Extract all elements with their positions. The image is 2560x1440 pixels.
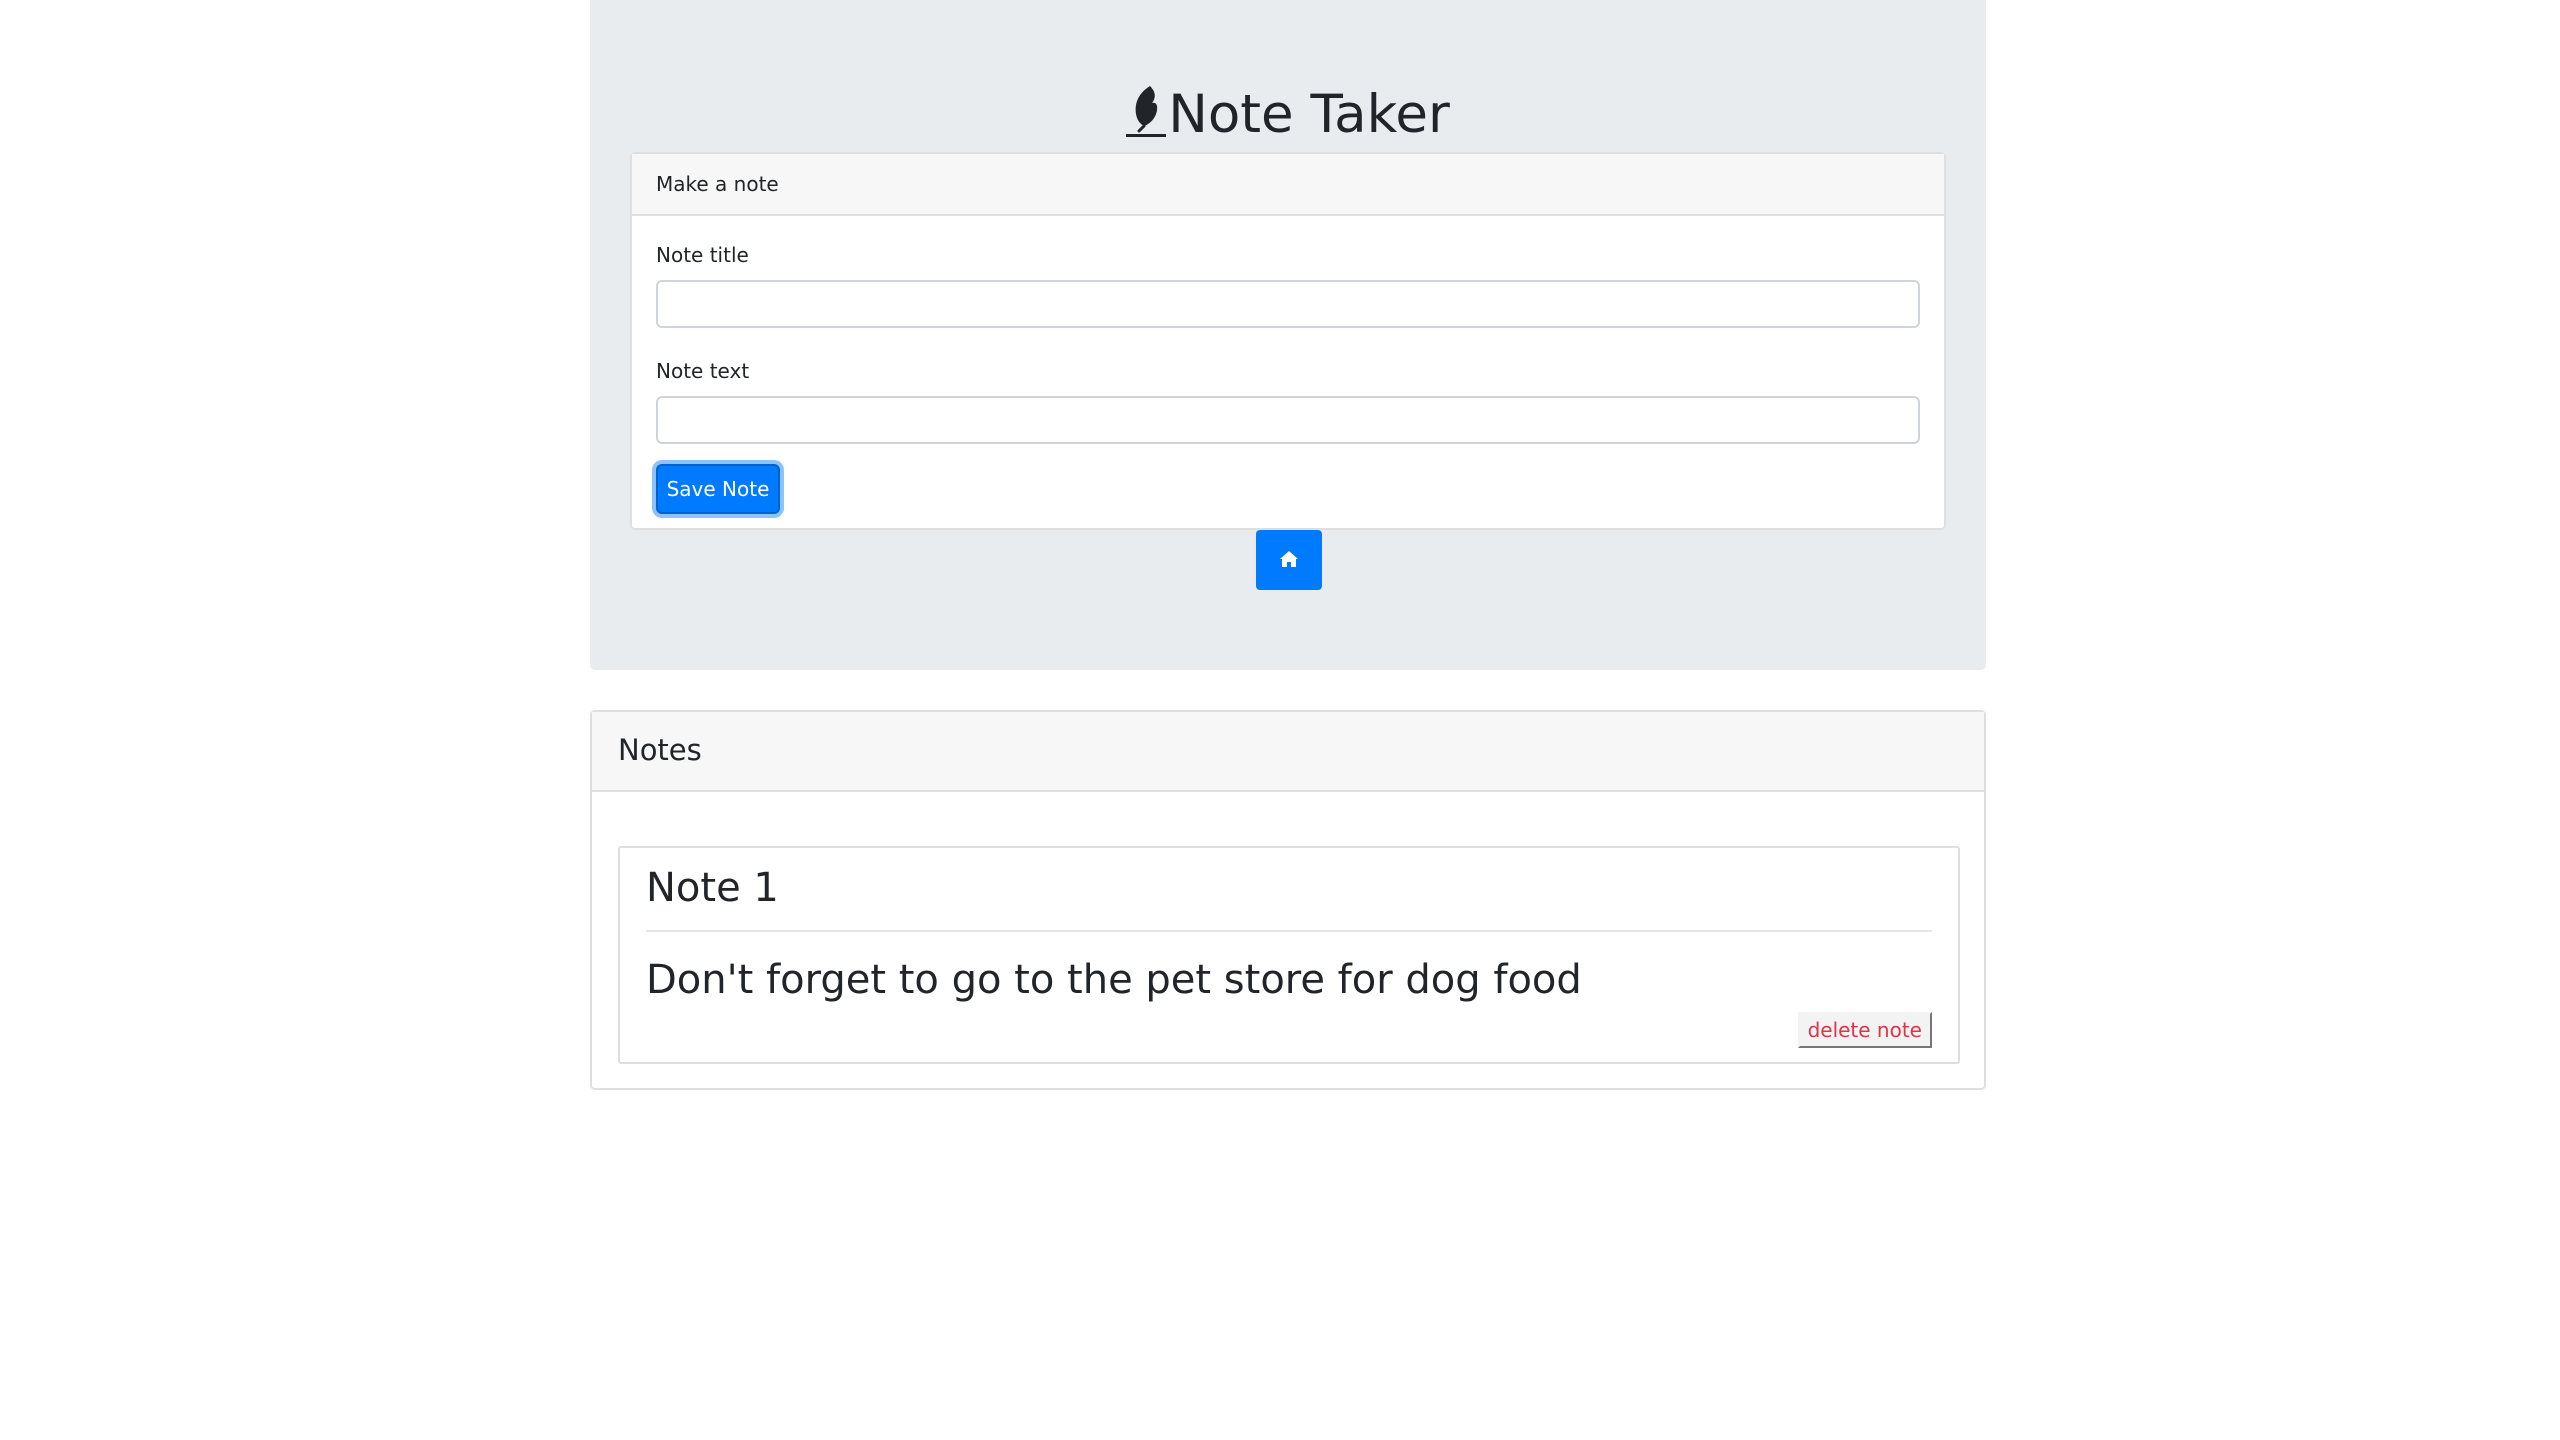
note-title: Note 1: [646, 865, 779, 911]
note-text: Don't forget to go to the pet store for …: [646, 957, 1582, 1003]
note-divider: [646, 930, 1932, 932]
notes-card-header: Notes: [592, 712, 1984, 792]
save-note-button[interactable]: Save Note: [656, 464, 780, 514]
app-title-text: Note Taker: [1168, 84, 1450, 145]
make-note-card-header: Make a note: [632, 154, 1944, 216]
note-form-section: Note Taker Make a note Note title Note t…: [590, 0, 1986, 670]
note-title-label: Note title: [656, 243, 749, 267]
app-title: Note Taker: [630, 80, 1946, 150]
note-text-input[interactable]: [656, 396, 1920, 444]
page-container: Note Taker Make a note Note title Note t…: [590, 0, 1986, 1090]
make-note-card: Make a note Note title Note text Save No…: [630, 152, 1946, 530]
notes-card: Notes Note 1 Don't forget to go to the p…: [590, 710, 1986, 1090]
note-text-label: Note text: [656, 359, 750, 383]
note-item: Note 1 Don't forget to go to the pet sto…: [618, 846, 1960, 1064]
delete-note-button[interactable]: delete note: [1797, 1012, 1932, 1048]
feather-icon: [1126, 84, 1167, 156]
home-button[interactable]: [1256, 530, 1322, 590]
note-title-input[interactable]: [656, 280, 1920, 328]
home-icon: [1279, 550, 1299, 571]
note-form: Note title Note text Save Note: [632, 216, 1944, 514]
